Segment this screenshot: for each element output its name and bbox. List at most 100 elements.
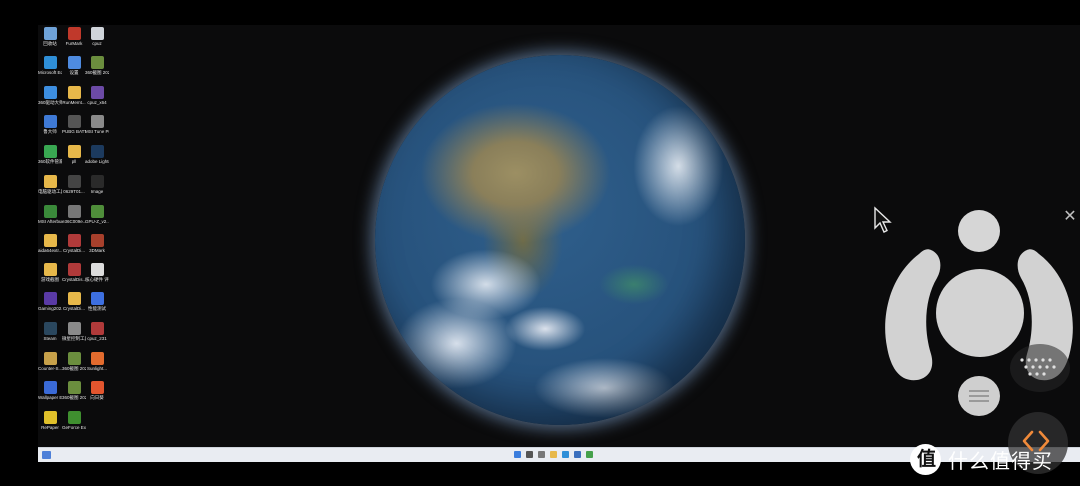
desktop-icon[interactable]: Microsoft Edge — [38, 56, 62, 88]
desktop-icon-label: GPU-Z_v2... — [85, 219, 109, 224]
image-icon — [67, 352, 81, 365]
desktop-icon[interactable]: 360驱动大师 — [38, 86, 62, 118]
winrar-icon — [67, 234, 81, 247]
store-icon[interactable] — [574, 451, 581, 458]
winrar-icon — [90, 322, 104, 335]
msi-icon — [90, 115, 104, 128]
watermark-text: 什么值得买 — [948, 448, 1053, 473]
desktop-icon[interactable]: Wallpaper Engine:... — [38, 381, 62, 413]
desktop-icon[interactable]: 回收站 — [38, 27, 62, 59]
search-icon[interactable] — [526, 451, 533, 458]
desktop-icon-label: PUBG BATTLEGR... — [62, 129, 86, 134]
desktop-icon-label: pll — [71, 159, 77, 164]
desktop-icon-label: 设置 — [69, 70, 79, 75]
desktop-icon[interactable]: adobe Lightroo... — [85, 145, 109, 177]
file-explorer-icon[interactable] — [550, 451, 557, 458]
desktop-icon[interactable]: PUBG BATTLEGR... — [62, 115, 86, 147]
desktop-icon[interactable]: GPU-Z_v2... — [85, 205, 109, 237]
widgets-icon[interactable] — [42, 451, 51, 459]
menu-button[interactable] — [958, 376, 1000, 416]
desktop-icon[interactable]: cpuz — [85, 27, 109, 59]
desktop-icon-label: CrystalDi... — [62, 306, 85, 311]
desktop-icon-label: 微星控制工具 MSI Tune... — [62, 336, 86, 341]
360-icon[interactable] — [586, 451, 593, 458]
top-action-button[interactable] — [958, 210, 1000, 252]
left-trigger-button[interactable] — [885, 249, 941, 381]
task-view-icon[interactable] — [538, 451, 545, 458]
watermark: 值 什么值得买 — [910, 443, 1053, 475]
desktop-icon[interactable]: 向日葵 — [85, 381, 109, 413]
center-joystick-button[interactable] — [936, 269, 1024, 357]
sunlight-icon — [90, 352, 104, 365]
desktop-icon[interactable]: 360截图 20220412... — [85, 56, 109, 88]
watermark-logo-char: 值 — [917, 447, 937, 470]
edge-icon[interactable] — [562, 451, 569, 458]
desktop-icon-label: 核心硬件 评测 — [85, 277, 109, 282]
desktop-icon[interactable]: 360截图 20220412... — [62, 381, 86, 413]
desktop-icon[interactable]: MSI Tune Pro — [85, 115, 109, 147]
desktop-icon-label: 360软件管家 — [38, 159, 62, 164]
pubg-icon — [67, 115, 81, 128]
desktop-icon-label: 360截图 20220412... — [85, 70, 109, 75]
desktop-icon[interactable]: aida64extr... — [38, 234, 62, 266]
desktop-icon-label: MSI Afterburner — [38, 219, 62, 224]
desktop-icon[interactable]: 3DMark — [85, 234, 109, 266]
recycle-bin-icon — [43, 27, 57, 40]
desktop-icon-label: CrystalDi... — [62, 248, 85, 253]
edge-icon — [43, 56, 57, 69]
repaper-icon — [43, 411, 57, 424]
desktop-icon[interactable]: FurMark — [62, 27, 86, 59]
desktop-icon-label: RePaper — [41, 425, 59, 430]
desktop-icon[interactable]: MSI Afterburner — [38, 205, 62, 237]
benchmark-icon — [90, 292, 104, 305]
desktop-icon-label: 回收站 — [43, 41, 57, 46]
desktop-icon[interactable]: 鲁大师 — [38, 115, 62, 147]
geforce-icon — [67, 411, 81, 424]
desktop-icon[interactable]: 电脑驱动工具2021 — [38, 175, 62, 207]
desktop-icon[interactable]: 游戏截图 — [38, 263, 62, 295]
desktop-icon-label: CrystalDis... — [62, 277, 86, 282]
ludashi-icon — [43, 115, 57, 128]
desktop-icon[interactable]: 微星控制工具 MSI Tune... — [62, 322, 86, 354]
desktop-icon[interactable]: 核心硬件 评测 — [85, 263, 109, 295]
desktop-icon[interactable]: 360软件管家 — [38, 145, 62, 177]
start-icon[interactable] — [514, 451, 521, 458]
desktop-icon[interactable]: 性能测试 — [85, 292, 109, 324]
close-icon[interactable]: ✕ — [1061, 208, 1079, 226]
desktop-icon-label: 360截图 20220412... — [62, 395, 86, 400]
desktop-icon[interactable]: CrystalDi... — [62, 234, 86, 266]
desktop-icon-label: Steam — [43, 336, 57, 341]
desktop-icon[interactable]: CrystalDi... — [62, 292, 86, 324]
desktop-icon[interactable]: RePaper — [38, 411, 62, 443]
desktop-icon[interactable]: Gaming202... — [38, 292, 62, 324]
desktop-icon-label: FurMark — [65, 41, 83, 46]
desktop-icon[interactable]: RunMemt... — [62, 86, 86, 118]
desktop-icon[interactable]: 0629T01... — [62, 175, 86, 207]
sunflower-icon — [90, 381, 104, 394]
desktop-icon-label: cpuz — [92, 41, 102, 46]
desktop-icon[interactable]: CrystalDis... — [62, 263, 86, 295]
desktop-icon[interactable]: Steam — [38, 322, 62, 354]
desktop-icon[interactable]: e36C009e... — [62, 205, 86, 237]
file-icon — [90, 263, 104, 276]
desktop-icon[interactable]: GeForce Experience — [62, 411, 86, 443]
desktop-icon[interactable]: 360截图 20220412... — [62, 352, 86, 384]
desktop-icon[interactable]: cpuz_231 — [85, 322, 109, 354]
desktop-icon[interactable]: Image — [85, 175, 109, 207]
driver-master-icon — [43, 86, 57, 99]
desktop-icon[interactable]: 设置 — [62, 56, 86, 88]
desktop-icon-label: Image — [90, 189, 104, 194]
desktop-icon[interactable]: Counter-S... Global Off... — [38, 352, 62, 384]
gpuz-icon — [90, 205, 104, 218]
msi-icon — [67, 322, 81, 335]
desktop-icon[interactable]: pll — [62, 145, 86, 177]
hamburger-icon — [969, 390, 989, 402]
desktop-icon[interactable]: Sunlight... — [85, 352, 109, 384]
csgo-icon — [43, 352, 57, 365]
desktop-icon-label: 3DMark — [89, 248, 105, 253]
desktop-icon-label: Microsoft Edge — [38, 70, 62, 75]
cpuz-icon — [90, 86, 104, 99]
folder-icon — [67, 86, 81, 99]
desktop-icon[interactable]: cpuz_x64 — [85, 86, 109, 118]
wallpaper-engine-icon — [43, 381, 57, 394]
